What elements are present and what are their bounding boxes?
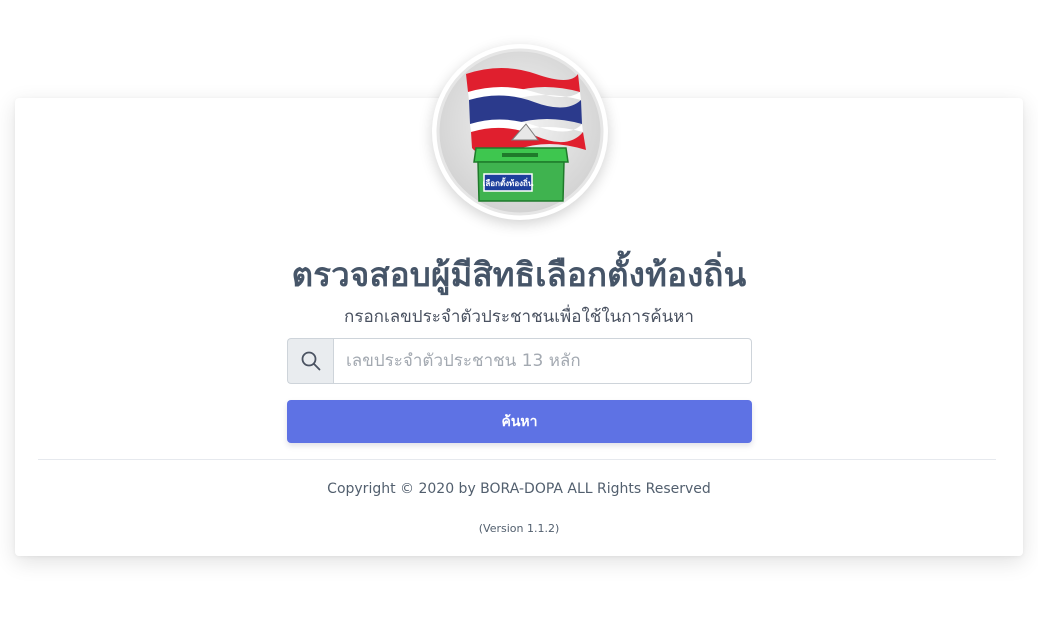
citizen-id-input[interactable] bbox=[333, 338, 752, 384]
svg-text:เลือกตั้งท้องถิ่น: เลือกตั้งท้องถิ่น bbox=[483, 177, 534, 188]
copyright-text: Copyright © 2020 by BORA-DOPA ALL Rights… bbox=[327, 481, 711, 497]
page-subtitle: กรอกเลขประจำตัวประชาชนเพื่อใช้ในการค้นหา bbox=[344, 307, 694, 327]
page: เลือกตั้งท้องถิ่น ตรวจสอบผู้มีสิทธิเลือก… bbox=[0, 0, 1038, 640]
search-icon bbox=[301, 351, 320, 371]
thai-flag-ballot-box-icon: เลือกตั้งท้องถิ่น bbox=[436, 48, 604, 216]
search-addon bbox=[287, 338, 333, 384]
page-title: ตรวจสอบผู้มีสิทธิเลือกตั้งท้องถิ่น bbox=[291, 255, 747, 294]
divider bbox=[38, 459, 996, 460]
version-text: (Version 1.1.2) bbox=[478, 522, 560, 535]
search-button[interactable]: ค้นหา bbox=[287, 400, 752, 443]
search-group bbox=[287, 338, 752, 384]
thai-flag-icon bbox=[466, 68, 586, 156]
logo: เลือกตั้งท้องถิ่น bbox=[432, 44, 608, 220]
